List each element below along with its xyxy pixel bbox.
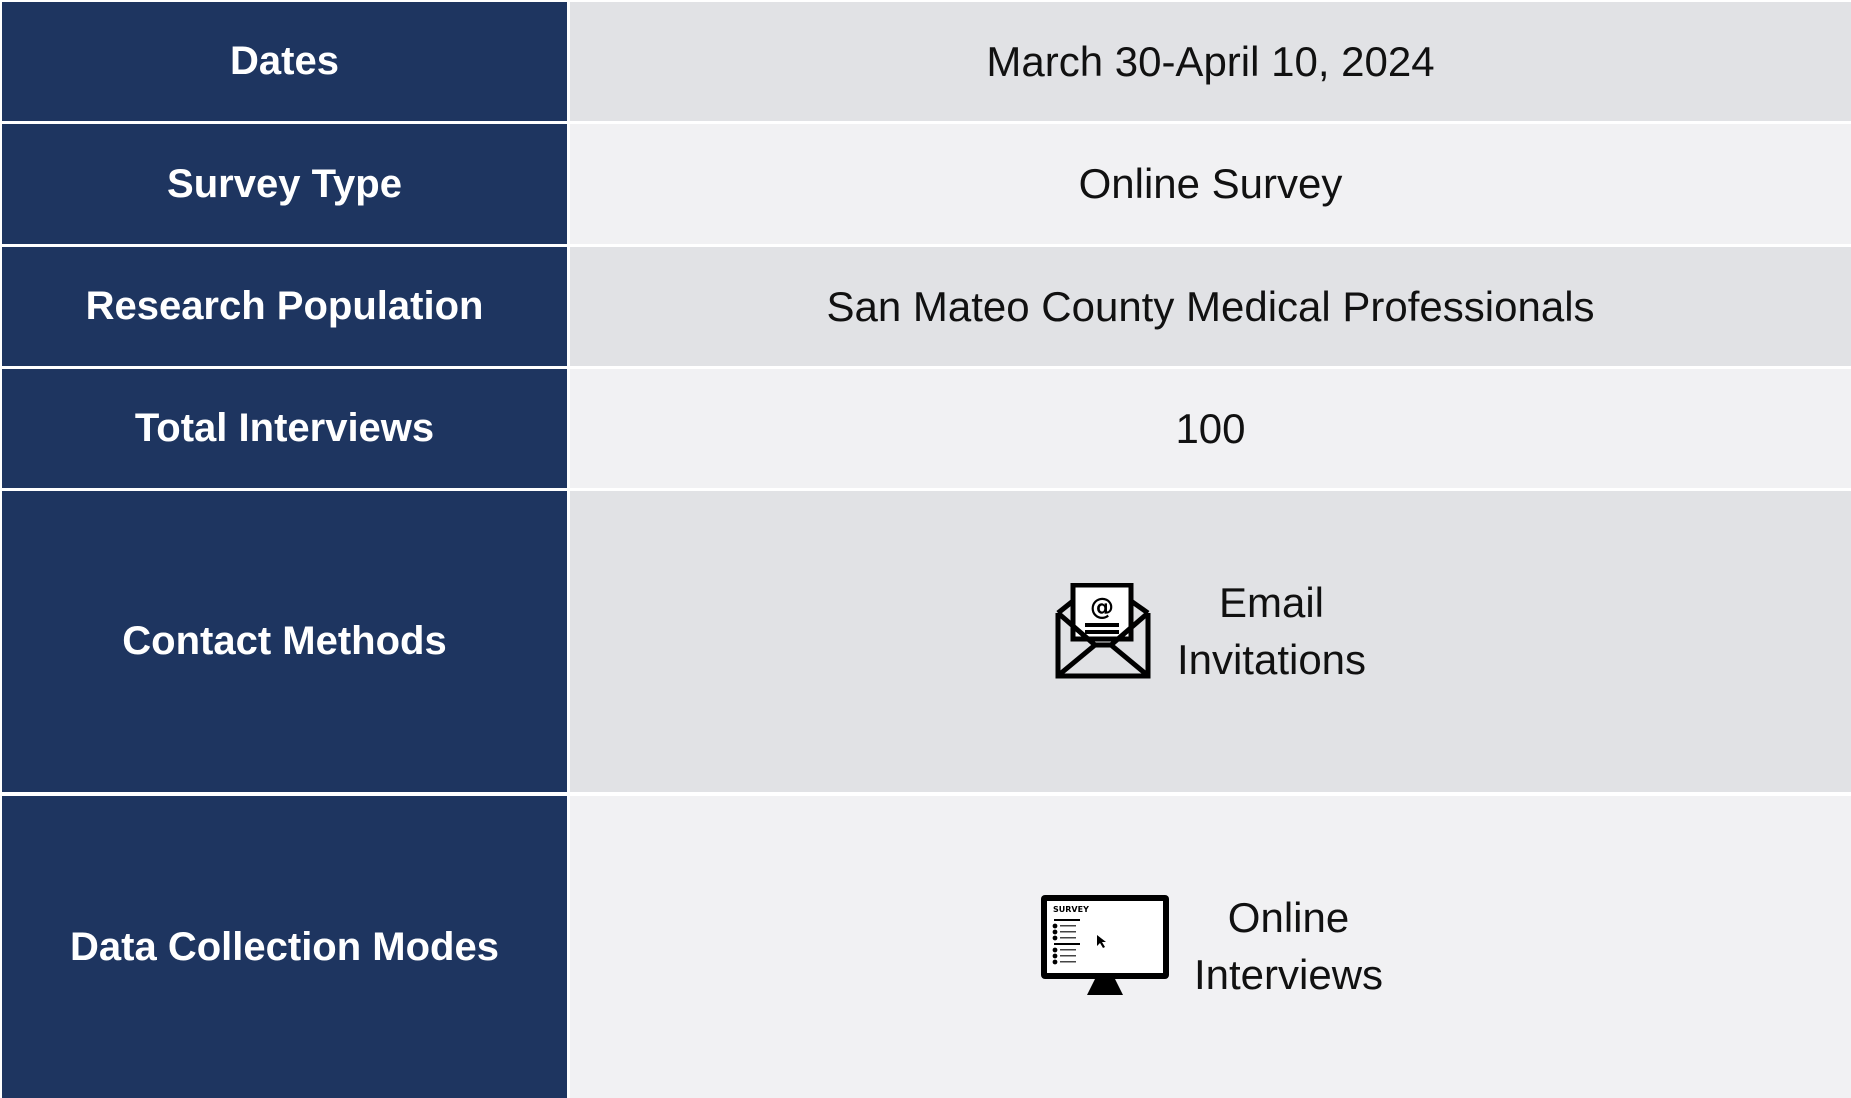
row-label-research-population: Research Population xyxy=(2,247,567,366)
row-value-contact-methods: @ Email Invitations xyxy=(570,491,1851,792)
table-row-survey-type: Survey Type Online Survey xyxy=(0,124,1851,244)
row-label-contact-methods: Contact Methods xyxy=(2,491,567,792)
row-value-data-collection-modes: SURVEY Online Interviews xyxy=(570,796,1851,1098)
survey-methodology-table: Dates March 30-April 10, 2024 Survey Typ… xyxy=(0,0,1851,1098)
contact-method-line2: Invitations xyxy=(1176,635,1367,683)
table-row-contact-methods: Contact Methods @ Email Invitations xyxy=(0,491,1851,792)
contact-method-line1: Email xyxy=(1218,578,1324,626)
data-collection-mode-online: SURVEY Online Interviews xyxy=(1038,889,1383,1003)
row-label-total-interviews: Total Interviews xyxy=(2,369,567,488)
row-value-total-interviews: 100 xyxy=(570,369,1851,488)
data-collection-mode-line2: Interviews xyxy=(1193,951,1384,998)
table-row-dates: Dates March 30-April 10, 2024 xyxy=(0,2,1851,121)
data-collection-mode-text: Online Interviews xyxy=(1194,889,1383,1003)
email-envelope-icon: @ xyxy=(1055,582,1151,678)
row-value-dates: March 30-April 10, 2024 xyxy=(570,2,1851,121)
table-row-research-population: Research Population San Mateo County Med… xyxy=(0,247,1851,366)
contact-method-email: @ Email Invitations xyxy=(1055,574,1366,688)
row-label-survey-type: Survey Type xyxy=(2,124,567,244)
row-value-research-population: San Mateo County Medical Professionals xyxy=(570,247,1851,366)
computer-survey-icon: SURVEY xyxy=(1040,895,1169,995)
data-collection-mode-line1: Online xyxy=(1227,894,1350,941)
contact-method-text: Email Invitations xyxy=(1177,574,1366,688)
row-value-survey-type: Online Survey xyxy=(570,124,1851,244)
svg-text:@: @ xyxy=(1090,593,1114,621)
row-label-data-collection-modes: Data Collection Modes xyxy=(2,796,567,1098)
table-row-data-collection-modes: Data Collection Modes SURVEY Online Inte… xyxy=(0,796,1851,1098)
row-label-dates: Dates xyxy=(2,2,567,121)
table-row-total-interviews: Total Interviews 100 xyxy=(0,369,1851,488)
survey-screen-label: SURVEY xyxy=(1053,905,1089,914)
